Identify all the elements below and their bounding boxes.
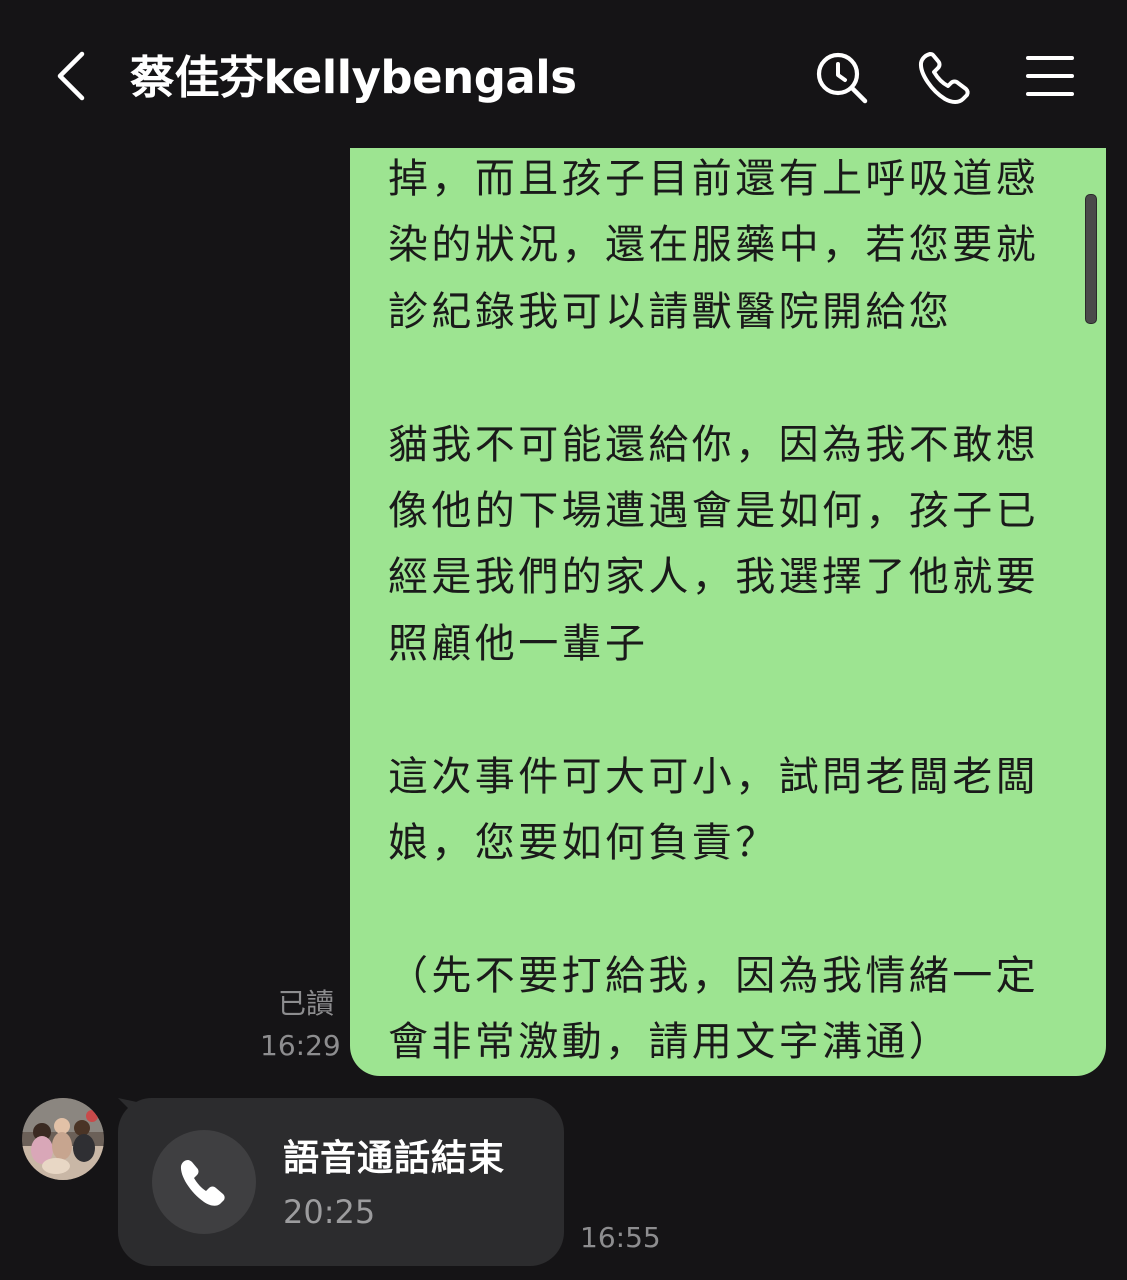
- chevron-left-icon: [57, 51, 85, 101]
- phone-icon: [918, 52, 970, 104]
- outgoing-timestamp: 16:29: [260, 1029, 341, 1062]
- incoming-timestamp: 16:55: [580, 1221, 661, 1254]
- avatar[interactable]: [22, 1098, 104, 1180]
- call-status-title: 語音通話結束: [283, 1138, 506, 1179]
- chat-screen: 蔡佳芬kellybengals 掉，而且孩子目前還有上呼吸道感 染的狀況，還在服…: [0, 0, 1127, 1280]
- outgoing-message-bubble[interactable]: 掉，而且孩子目前還有上呼吸道感 染的狀況，還在服藥中，若您要就 診紀錄我可以請獸…: [350, 148, 1106, 1076]
- phone-icon: [180, 1160, 225, 1206]
- call-duration: 20:25: [283, 1193, 376, 1231]
- chat-title: 蔡佳芬kellybengals: [130, 51, 577, 104]
- read-receipt: 已讀: [278, 987, 335, 1020]
- outgoing-message-text: 掉，而且孩子目前還有上呼吸道感 染的狀況，還在服藥中，若您要就 診紀錄我可以請獸…: [388, 156, 1039, 1066]
- call-icon-circle: [152, 1130, 256, 1234]
- menu-button[interactable]: [1018, 46, 1082, 110]
- message-scrollbar[interactable]: [1085, 194, 1097, 324]
- back-button[interactable]: [50, 48, 94, 104]
- avatar-photo: [22, 1098, 104, 1180]
- menu-icon: [1026, 56, 1074, 96]
- call-button[interactable]: [912, 46, 976, 110]
- search-button[interactable]: [810, 46, 874, 110]
- chat-header: 蔡佳芬kellybengals: [0, 0, 1127, 150]
- search-icon: [816, 52, 868, 104]
